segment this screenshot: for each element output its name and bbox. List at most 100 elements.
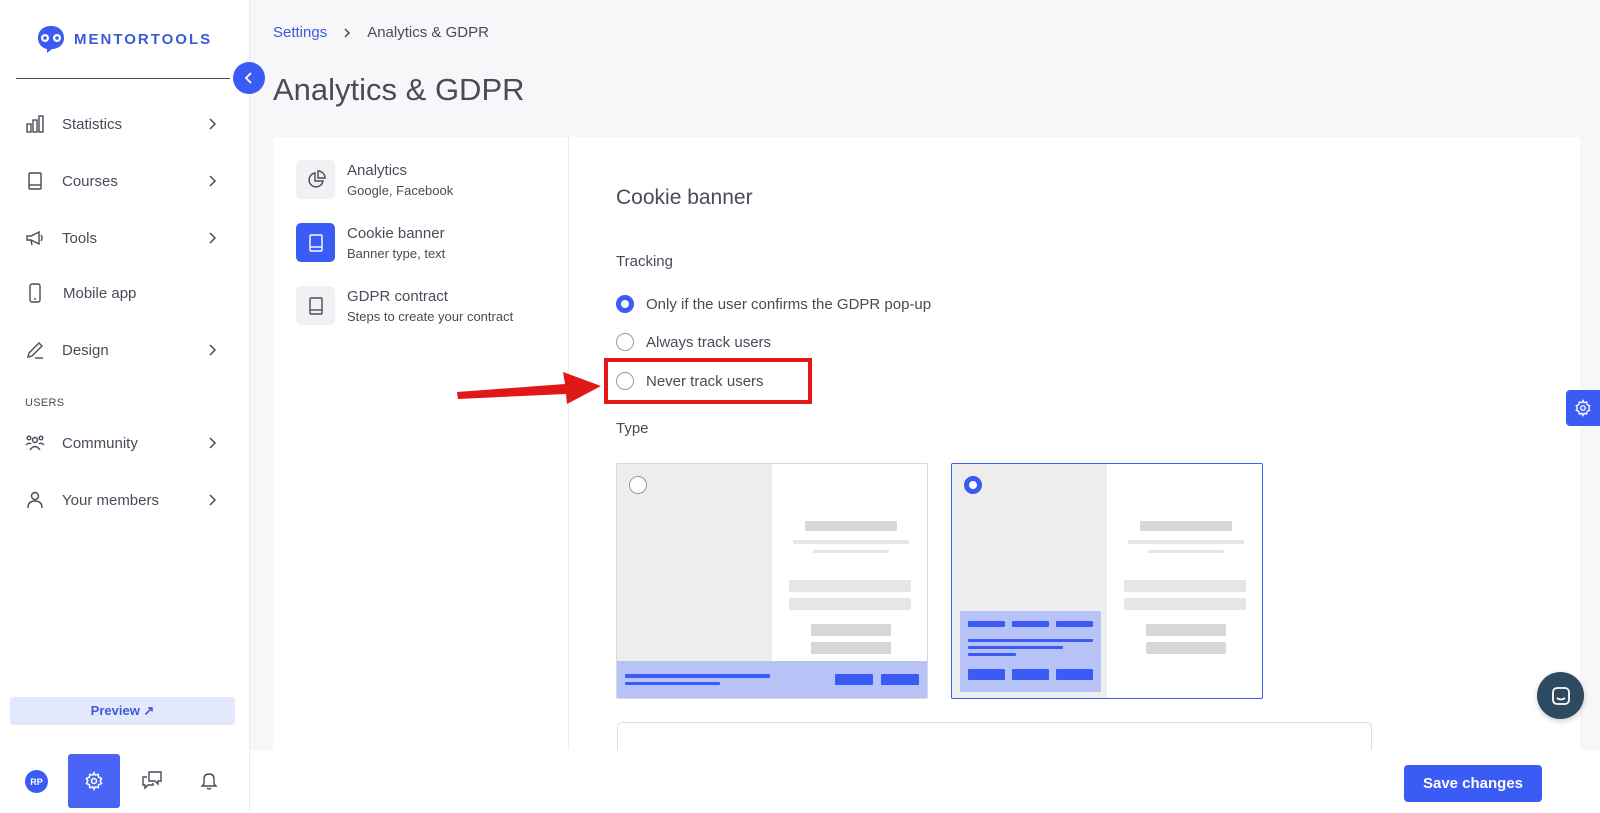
- chevron-right-icon: [209, 118, 217, 130]
- floating-settings-button[interactable]: [1566, 390, 1600, 426]
- preview-button-block: [1146, 624, 1226, 636]
- breadcrumb-settings-link[interactable]: Settings: [273, 24, 327, 41]
- preview-button[interactable]: Preview ↗: [10, 697, 235, 725]
- chevron-right-icon: [344, 27, 351, 38]
- support-chat-button[interactable]: [1537, 672, 1584, 719]
- preview-heading-bar: [805, 521, 897, 531]
- chevron-right-icon: [209, 175, 217, 187]
- sidebar-item-label: Mobile app: [63, 284, 137, 302]
- sidebar-item-design[interactable]: Design: [0, 330, 250, 370]
- banner-type-corner-box[interactable]: [951, 463, 1263, 699]
- preview-banner-button: [1056, 669, 1093, 680]
- sidebar-item-courses[interactable]: Courses: [0, 161, 250, 201]
- annotation-arrow-icon: [457, 372, 601, 404]
- logo[interactable]: MENTORTOOLS: [36, 24, 212, 54]
- sidebar-item-label: Courses: [62, 172, 118, 190]
- settings-button[interactable]: [68, 754, 120, 808]
- annotation-highlight-box: [604, 358, 812, 404]
- nav-section-users: USERS: [25, 397, 65, 409]
- preview-banner-line: [625, 682, 720, 685]
- bell-icon: [200, 773, 218, 790]
- preview-banner-button: [1012, 669, 1049, 680]
- breadcrumb-current: Analytics & GDPR: [367, 24, 489, 41]
- phone-icon: [24, 282, 46, 304]
- preview-button-block: [811, 624, 891, 636]
- preview-banner-tab: [968, 621, 1005, 627]
- radio-button[interactable]: [616, 295, 634, 313]
- save-changes-button[interactable]: Save changes: [1404, 765, 1542, 802]
- preview-line: [793, 540, 909, 544]
- messages-button[interactable]: [140, 768, 164, 792]
- chat-bubbles-icon: [142, 771, 162, 790]
- preview-line: [1128, 540, 1244, 544]
- user-icon: [24, 489, 46, 511]
- preview-cookie-banner: [960, 611, 1101, 692]
- sidebar-item-label: Tools: [62, 229, 98, 247]
- chevron-right-icon: [209, 344, 217, 356]
- radio-label: Always track users: [646, 333, 772, 351]
- sidebar-item-community[interactable]: Community: [0, 423, 250, 463]
- footer-bar: [250, 750, 1600, 813]
- subnav-icon-tile: [296, 160, 335, 199]
- preview-field: [789, 580, 911, 592]
- preview-banner-line: [625, 674, 770, 678]
- preview-cookie-banner: [617, 661, 927, 698]
- sidebar-collapse-button[interactable]: [233, 62, 265, 94]
- group-icon: [24, 432, 46, 454]
- subnav-item-cookie-banner[interactable]: Cookie banner Banner type, text: [296, 223, 445, 262]
- mentortools-logo-icon: [38, 26, 64, 53]
- gear-icon: [85, 771, 103, 791]
- sidebar-item-tools[interactable]: Tools: [0, 218, 250, 258]
- preview-banner-button: [835, 674, 873, 685]
- notifications-button[interactable]: [197, 768, 221, 792]
- chevron-right-icon: [209, 437, 217, 449]
- section-title: Cookie banner: [616, 186, 753, 209]
- sidebar-item-label: Design: [62, 341, 109, 359]
- pie-chart-icon: [307, 169, 326, 188]
- chat-icon: [1551, 686, 1570, 705]
- radio-button[interactable]: [629, 476, 647, 494]
- tracking-label: Tracking: [616, 253, 673, 270]
- tracking-option-confirm-popup[interactable]: Only if the user confirms the GDPR pop-u…: [616, 295, 931, 313]
- preview-banner-line: [968, 639, 1093, 642]
- subnav-title: Cookie banner: [347, 224, 445, 242]
- subnav-title: GDPR contract: [347, 287, 448, 305]
- preview-banner-tab: [1012, 621, 1049, 627]
- tracking-option-always[interactable]: Always track users: [616, 333, 771, 351]
- avatar[interactable]: RP: [25, 770, 48, 793]
- preview-line: [813, 550, 889, 553]
- sidebar-divider: [16, 78, 230, 79]
- settings-subnav: Analytics Google, Facebook Cookie banner…: [273, 137, 569, 757]
- preview-heading-bar: [1140, 521, 1232, 531]
- sidebar-item-your-members[interactable]: Your members: [0, 480, 250, 520]
- sidebar-item-statistics[interactable]: Statistics: [0, 104, 250, 144]
- radio-button[interactable]: [964, 476, 982, 494]
- chevron-right-icon: [209, 232, 217, 244]
- preview-banner-line: [968, 653, 1016, 656]
- book-icon: [24, 170, 46, 192]
- sidebar-item-label: Community: [62, 434, 138, 452]
- preview-banner-button: [968, 669, 1005, 680]
- subnav-item-analytics[interactable]: Analytics Google, Facebook: [296, 160, 453, 199]
- breadcrumb: Settings Analytics & GDPR: [273, 24, 489, 41]
- banner-type-bottom-bar[interactable]: [616, 463, 928, 699]
- document-icon: [308, 296, 323, 315]
- sidebar: MENTORTOOLS Statistics Courses Tools Mob…: [0, 0, 250, 813]
- preview-line: [1148, 550, 1224, 553]
- subnav-icon-tile: [296, 223, 335, 262]
- preview-field: [1124, 580, 1246, 592]
- preview-field: [1124, 598, 1246, 610]
- logo-text: MENTORTOOLS: [74, 30, 213, 48]
- preview-banner-tab: [1056, 621, 1093, 627]
- sidebar-item-label: Your members: [62, 491, 159, 509]
- type-label: Type: [616, 420, 649, 437]
- subnav-icon-tile: [296, 286, 335, 325]
- radio-button[interactable]: [616, 333, 634, 351]
- sidebar-item-mobile-app[interactable]: Mobile app: [0, 273, 250, 313]
- subnav-item-gdpr-contract[interactable]: GDPR contract Steps to create your contr…: [296, 286, 513, 325]
- preview-button-block: [1146, 642, 1226, 654]
- subnav-title: Analytics: [347, 161, 408, 179]
- sidebar-bottom-bar: RP: [0, 752, 250, 813]
- subnav-subtitle: Banner type, text: [347, 245, 446, 261]
- subnav-subtitle: Google, Facebook: [347, 182, 454, 198]
